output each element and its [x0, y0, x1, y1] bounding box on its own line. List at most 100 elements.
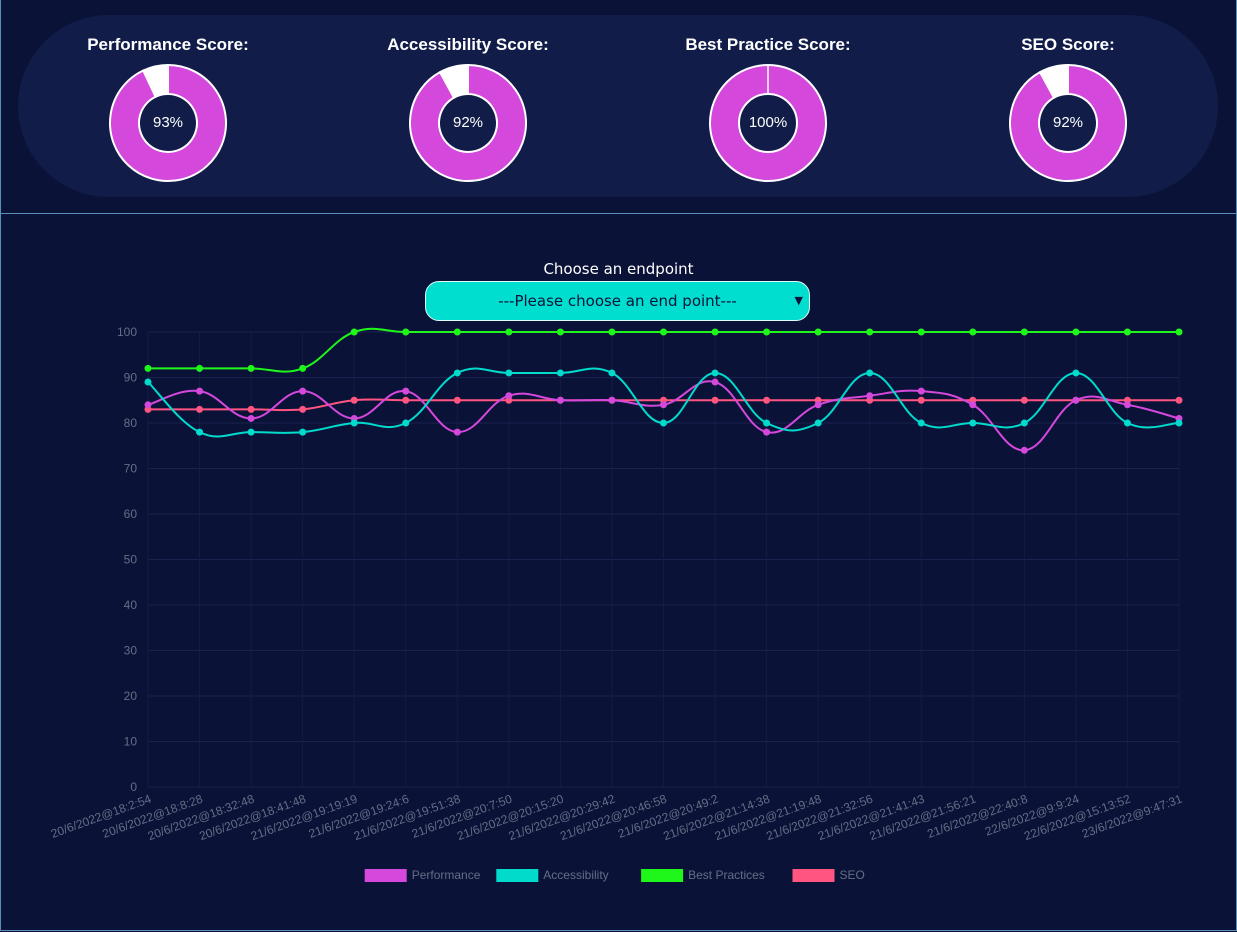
legend-item[interactable]: Best Practices	[641, 868, 765, 882]
data-point[interactable]	[608, 328, 616, 336]
data-point[interactable]	[505, 328, 513, 336]
y-tick-label: 90	[124, 371, 138, 385]
data-point[interactable]	[866, 328, 874, 336]
data-point[interactable]	[969, 419, 977, 427]
data-point[interactable]	[711, 396, 719, 404]
data-point[interactable]	[299, 364, 307, 372]
data-point[interactable]	[1123, 328, 1131, 336]
legend-item[interactable]: Performance	[364, 868, 481, 882]
endpoint-selected-value: ---Please choose an end point---	[498, 292, 737, 310]
legend-item[interactable]: SEO	[792, 868, 865, 882]
data-point[interactable]	[350, 419, 358, 427]
data-point[interactable]	[917, 387, 925, 395]
y-tick-label: 0	[130, 780, 137, 794]
data-point[interactable]	[969, 401, 977, 409]
data-point[interactable]	[763, 396, 771, 404]
data-point[interactable]	[402, 328, 410, 336]
data-point[interactable]	[453, 328, 461, 336]
data-point[interactable]	[350, 396, 358, 404]
data-point[interactable]	[1072, 369, 1080, 377]
data-point[interactable]	[763, 419, 771, 427]
data-point[interactable]	[711, 369, 719, 377]
data-point[interactable]	[711, 378, 719, 386]
y-tick-label: 70	[124, 462, 138, 476]
data-point[interactable]	[1072, 396, 1080, 404]
data-point[interactable]	[402, 387, 410, 395]
legend-label: SEO	[840, 868, 865, 882]
data-point[interactable]	[1072, 328, 1080, 336]
data-point[interactable]	[608, 396, 616, 404]
y-tick-label: 60	[124, 507, 138, 521]
data-point[interactable]	[660, 401, 667, 409]
legend-item[interactable]: Accessibility	[496, 868, 609, 882]
data-point[interactable]	[1020, 446, 1028, 454]
data-point[interactable]	[608, 369, 616, 377]
data-point[interactable]	[247, 364, 255, 372]
data-point[interactable]	[247, 405, 255, 413]
data-point[interactable]	[917, 328, 925, 336]
data-point[interactable]	[1123, 419, 1131, 427]
data-point[interactable]	[299, 387, 307, 395]
data-point[interactable]	[660, 419, 667, 427]
data-point[interactable]	[144, 364, 152, 372]
data-point[interactable]	[299, 405, 307, 413]
score-history-chart: 010203040506070809010020/6/2022@18:2:542…	[49, 325, 1184, 882]
y-tick-label: 40	[124, 598, 138, 612]
data-point[interactable]	[969, 328, 977, 336]
data-point[interactable]	[505, 369, 513, 377]
y-tick-label: 20	[124, 689, 138, 703]
data-point[interactable]	[402, 419, 410, 427]
data-point[interactable]	[247, 414, 255, 422]
y-tick-label: 50	[124, 553, 138, 567]
data-point[interactable]	[247, 428, 255, 436]
data-point[interactable]	[196, 387, 204, 395]
data-point[interactable]	[144, 378, 152, 386]
y-tick-label: 80	[124, 416, 138, 430]
data-point[interactable]	[1175, 328, 1183, 336]
data-point[interactable]	[453, 428, 461, 436]
data-point[interactable]	[402, 396, 410, 404]
endpoint-select[interactable]: ---Please choose an end point--- ▼	[425, 281, 810, 321]
y-tick-label: 100	[117, 325, 137, 339]
data-point[interactable]	[556, 328, 564, 336]
data-point[interactable]	[660, 328, 667, 336]
data-point[interactable]	[196, 364, 204, 372]
data-point[interactable]	[711, 328, 719, 336]
data-point[interactable]	[1020, 396, 1028, 404]
data-point[interactable]	[917, 396, 925, 404]
data-point[interactable]	[1123, 401, 1131, 409]
chart-legend: Performance Accessibility Best Practices SE…	[364, 868, 865, 882]
data-point[interactable]	[144, 401, 152, 409]
endpoint-label: Choose an endpoint	[543, 260, 694, 278]
data-point[interactable]	[453, 369, 461, 377]
legend-label: Accessibility	[543, 868, 608, 882]
data-point[interactable]	[196, 405, 204, 413]
data-point[interactable]	[505, 392, 513, 400]
data-point[interactable]	[556, 396, 564, 404]
data-point[interactable]	[1020, 419, 1028, 427]
legend-label: Performance	[412, 868, 481, 882]
y-tick-label: 30	[124, 644, 138, 658]
legend-swatch	[364, 869, 407, 882]
legend-swatch	[496, 869, 539, 882]
data-point[interactable]	[866, 369, 874, 377]
data-point[interactable]	[196, 428, 204, 436]
data-point[interactable]	[866, 392, 874, 400]
data-point[interactable]	[1175, 396, 1183, 404]
data-point[interactable]	[1175, 419, 1183, 427]
data-point[interactable]	[763, 328, 771, 336]
data-point[interactable]	[763, 428, 771, 436]
data-point[interactable]	[814, 419, 822, 427]
data-point[interactable]	[453, 396, 461, 404]
data-point[interactable]	[1020, 328, 1028, 336]
legend-label: Best Practices	[688, 868, 765, 882]
legend-swatch	[792, 869, 835, 882]
data-point[interactable]	[814, 328, 822, 336]
chevron-down-icon: ▼	[794, 294, 803, 307]
data-point[interactable]	[556, 369, 564, 377]
y-tick-label: 10	[124, 735, 138, 749]
data-point[interactable]	[299, 428, 307, 436]
data-point[interactable]	[350, 328, 358, 336]
data-point[interactable]	[917, 419, 925, 427]
data-point[interactable]	[814, 401, 822, 409]
